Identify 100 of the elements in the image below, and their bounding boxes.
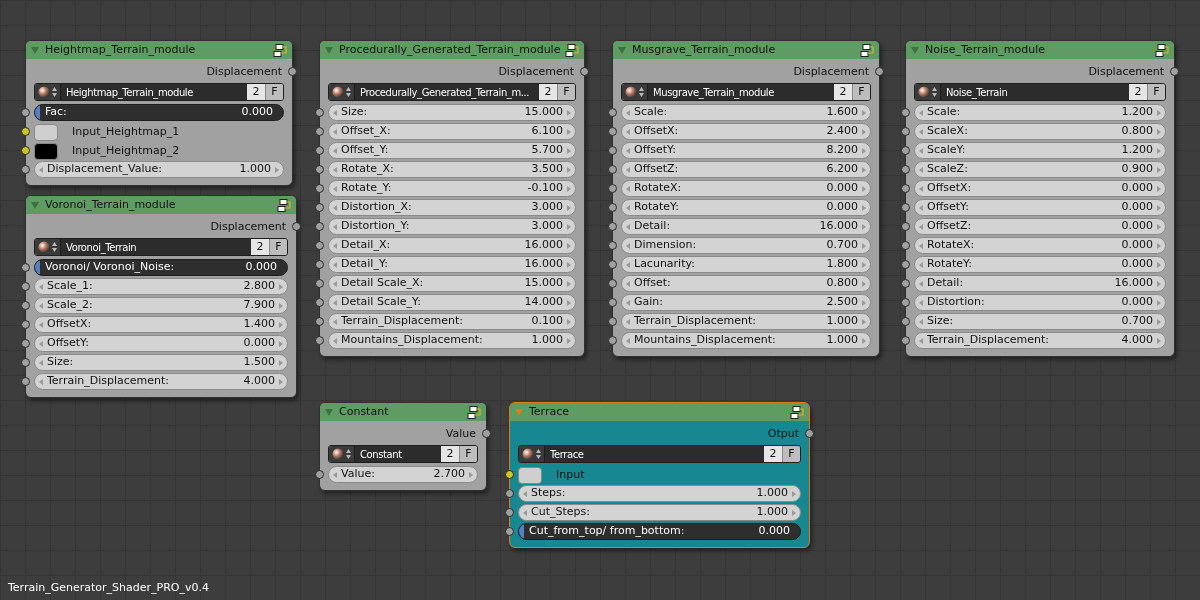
increment-arrow-icon[interactable] xyxy=(1157,109,1161,116)
node-header[interactable]: Procedurally_Generated_Terrain_module xyxy=(320,41,584,59)
increment-arrow-icon[interactable] xyxy=(1157,147,1161,154)
input-socket[interactable] xyxy=(901,279,910,288)
increment-arrow-icon[interactable] xyxy=(1157,128,1161,135)
decrement-arrow-icon[interactable] xyxy=(333,318,337,325)
number-field[interactable]: Size: 1.500 xyxy=(34,354,288,371)
increment-arrow-icon[interactable] xyxy=(862,147,866,154)
input-socket[interactable] xyxy=(901,260,910,269)
decrement-arrow-icon[interactable] xyxy=(39,321,43,328)
increment-arrow-icon[interactable] xyxy=(1157,280,1161,287)
node-header[interactable]: Voronoi_Terrain_module xyxy=(26,196,296,214)
decrement-arrow-icon[interactable] xyxy=(919,185,923,192)
datablock-selector[interactable]: Voronoi_Terrain 2 F xyxy=(34,238,288,256)
node-group-icon[interactable] xyxy=(273,43,287,57)
decrement-arrow-icon[interactable] xyxy=(626,280,630,287)
input-socket[interactable] xyxy=(901,184,910,193)
output-socket[interactable] xyxy=(580,67,589,76)
user-count[interactable]: 2 xyxy=(539,84,557,100)
node-group-icon[interactable] xyxy=(565,43,579,57)
increment-arrow-icon[interactable] xyxy=(792,509,796,516)
number-field[interactable]: OffsetX: 2.400 xyxy=(621,123,871,140)
output-socket[interactable] xyxy=(1170,67,1179,76)
output-socket[interactable] xyxy=(292,222,301,231)
number-field[interactable]: OffsetX: 0.000 xyxy=(914,180,1166,197)
input-socket[interactable] xyxy=(608,279,617,288)
node-header[interactable]: Heightmap_Terrain_module xyxy=(26,41,292,59)
number-field[interactable]: Rotate_X: 3.500 xyxy=(328,161,576,178)
number-field[interactable]: Detail_X: 16.000 xyxy=(328,237,576,254)
number-field[interactable]: Scale_2: 7.900 xyxy=(34,297,288,314)
node-group-icon[interactable] xyxy=(467,405,481,419)
slider-field[interactable]: Cut_from_top/ from_bottom: 0.000 xyxy=(518,523,801,540)
input-socket[interactable] xyxy=(21,282,30,291)
increment-arrow-icon[interactable] xyxy=(567,185,571,192)
decrement-arrow-icon[interactable] xyxy=(919,337,923,344)
number-field[interactable]: Mountains_Displacement: 1.000 xyxy=(621,332,871,349)
color-swatch[interactable] xyxy=(518,466,542,484)
increment-arrow-icon[interactable] xyxy=(862,337,866,344)
input-socket[interactable] xyxy=(608,317,617,326)
increment-arrow-icon[interactable] xyxy=(862,299,866,306)
number-field[interactable]: Distortion_X: 3.000 xyxy=(328,199,576,216)
input-socket[interactable] xyxy=(21,377,30,386)
user-count[interactable]: 2 xyxy=(764,446,782,462)
decrement-arrow-icon[interactable] xyxy=(333,204,337,211)
decrement-arrow-icon[interactable] xyxy=(626,128,630,135)
input-socket[interactable] xyxy=(901,298,910,307)
decrement-arrow-icon[interactable] xyxy=(626,223,630,230)
input-socket[interactable] xyxy=(315,184,324,193)
input-socket[interactable] xyxy=(21,127,30,136)
input-socket[interactable] xyxy=(315,146,324,155)
datablock-selector[interactable]: Heightmap_Terrain_module 2 F xyxy=(34,83,284,101)
output-socket[interactable] xyxy=(805,429,814,438)
decrement-arrow-icon[interactable] xyxy=(919,318,923,325)
input-socket[interactable] xyxy=(315,336,324,345)
user-count[interactable]: 2 xyxy=(1129,84,1147,100)
decrement-arrow-icon[interactable] xyxy=(626,318,630,325)
input-socket[interactable] xyxy=(21,165,30,174)
decrement-arrow-icon[interactable] xyxy=(333,166,337,173)
increment-arrow-icon[interactable] xyxy=(862,109,866,116)
number-field[interactable]: Distortion_Y: 3.000 xyxy=(328,218,576,235)
number-field[interactable]: Scale: 1.200 xyxy=(914,104,1166,121)
datablock-selector[interactable]: Terrace 2 F xyxy=(518,445,801,463)
increment-arrow-icon[interactable] xyxy=(1157,166,1161,173)
increment-arrow-icon[interactable] xyxy=(567,166,571,173)
input-socket[interactable] xyxy=(608,108,617,117)
increment-arrow-icon[interactable] xyxy=(567,109,571,116)
input-socket[interactable] xyxy=(608,222,617,231)
output-socket[interactable] xyxy=(875,67,884,76)
number-field[interactable]: RotateX: 0.000 xyxy=(914,237,1166,254)
number-field[interactable]: Offset: 0.800 xyxy=(621,275,871,292)
increment-arrow-icon[interactable] xyxy=(1157,185,1161,192)
number-field[interactable]: Detail_Y: 16.000 xyxy=(328,256,576,273)
increment-arrow-icon[interactable] xyxy=(1157,223,1161,230)
input-socket[interactable] xyxy=(505,508,514,517)
increment-arrow-icon[interactable] xyxy=(567,318,571,325)
decrement-arrow-icon[interactable] xyxy=(919,166,923,173)
fake-user-toggle[interactable]: F xyxy=(782,446,800,462)
decrement-arrow-icon[interactable] xyxy=(39,378,43,385)
input-socket[interactable] xyxy=(315,470,324,479)
input-socket[interactable] xyxy=(21,339,30,348)
increment-arrow-icon[interactable] xyxy=(862,223,866,230)
fake-user-toggle[interactable]: F xyxy=(265,84,283,100)
increment-arrow-icon[interactable] xyxy=(862,261,866,268)
input-socket[interactable] xyxy=(315,260,324,269)
number-field[interactable]: Dimension: 0.700 xyxy=(621,237,871,254)
number-field[interactable]: Terrain_Displacement: 4.000 xyxy=(34,373,288,390)
increment-arrow-icon[interactable] xyxy=(567,204,571,211)
decrement-arrow-icon[interactable] xyxy=(919,261,923,268)
increment-arrow-icon[interactable] xyxy=(275,166,279,173)
node-header[interactable]: Constant xyxy=(320,403,486,421)
decrement-arrow-icon[interactable] xyxy=(333,128,337,135)
increment-arrow-icon[interactable] xyxy=(279,340,283,347)
increment-arrow-icon[interactable] xyxy=(862,128,866,135)
number-field[interactable]: Terrain_Displacement: 0.100 xyxy=(328,313,576,330)
decrement-arrow-icon[interactable] xyxy=(919,223,923,230)
input-socket[interactable] xyxy=(901,222,910,231)
number-field[interactable]: ScaleY: 1.200 xyxy=(914,142,1166,159)
input-socket[interactable] xyxy=(315,203,324,212)
number-field[interactable]: Size: 15.000 xyxy=(328,104,576,121)
increment-arrow-icon[interactable] xyxy=(567,147,571,154)
